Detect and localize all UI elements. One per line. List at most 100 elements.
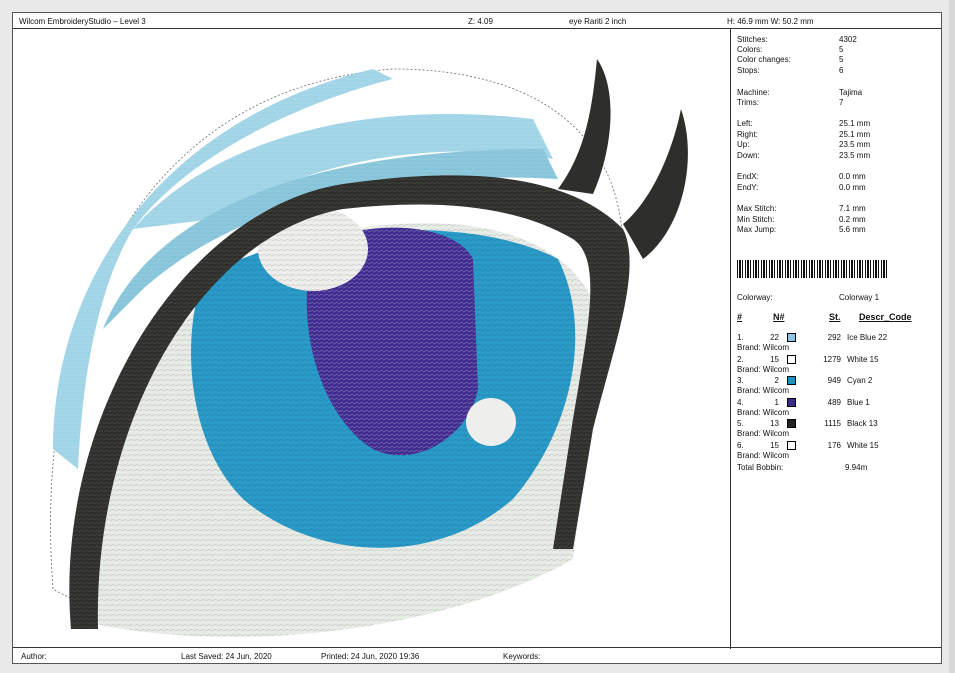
stat-label: Left: — [737, 119, 753, 128]
stitch-info-panel: Stitches: 4302 Colors: 5 Color changes: 5 Stop… — [731, 29, 941, 649]
color-row: 6. 15 176 White 15 Brand: Wilcom — [737, 440, 937, 463]
stat-row: Max Stitch: 7.1 mm — [737, 204, 935, 214]
colorway-row: Colorway: Colorway 1 — [737, 293, 935, 303]
color-stitches: 292 — [827, 333, 841, 342]
color-row: 1. 22 292 Ice Blue 22 Brand: Wilcom — [737, 333, 937, 355]
stat-value: 5.6 mm — [839, 225, 866, 234]
stat-row: Stitches: 4302 — [737, 35, 935, 45]
color-swatch — [787, 440, 796, 450]
stat-row: Color changes: 5 — [737, 55, 935, 65]
stat-value: 25.1 mm — [839, 130, 871, 139]
stat-label: Stitches: — [737, 35, 768, 44]
stat-label: Colors: — [737, 45, 763, 54]
stat-row: Max Jump: 5.6 mm — [737, 225, 935, 235]
stat-row: Trims: 7 — [737, 98, 935, 108]
color-number: 13 — [770, 419, 779, 428]
design-name: eye Rariti 2 inch — [569, 17, 627, 26]
col-header-descr: Descr_Code — [859, 312, 912, 322]
color-number: 22 — [770, 333, 779, 342]
stat-label: Max Stitch: — [737, 204, 777, 213]
stat-row: Machine: Tajima — [737, 88, 935, 98]
col-header-number: N# — [773, 312, 785, 322]
header-row: Wilcom EmbroideryStudio – Level 3 Z: 4.0… — [13, 13, 941, 29]
app-title: Wilcom EmbroideryStudio – Level 3 — [19, 17, 146, 26]
total-bobbin-value: 9.94m — [845, 463, 868, 472]
author-label: Author: — [21, 652, 47, 661]
barcode — [737, 260, 889, 278]
stat-row: Up: 23.5 mm — [737, 140, 935, 150]
color-descr: White 15 — [847, 354, 879, 364]
color-stitches: 949 — [827, 376, 841, 385]
stat-label: Machine: — [737, 88, 770, 97]
color-brand: Brand: Wilcom — [737, 343, 790, 352]
stat-label: Right: — [737, 130, 758, 139]
stat-value: 7 — [839, 98, 844, 107]
color-brand: Brand: Wilcom — [737, 386, 790, 395]
stat-value: Tajima — [839, 88, 863, 97]
stat-value: 0.0 mm — [839, 183, 866, 192]
color-row: 5. 13 1115 Black 13 Brand: Wilcom — [737, 419, 937, 441]
color-brand: Brand: Wilcom — [737, 429, 790, 438]
eye-embroidery-image — [13, 29, 730, 649]
stat-value: 5 — [839, 55, 844, 64]
stat-value: 5 — [839, 45, 844, 54]
color-index: 2. — [737, 354, 744, 364]
design-size: H: 46.9 mm W: 50.2 mm — [727, 17, 814, 26]
stat-label: Trims: — [737, 98, 759, 107]
stat-label: EndX: — [737, 172, 759, 181]
stat-value: 0.2 mm — [839, 215, 866, 224]
window-scroll-edge — [949, 0, 955, 673]
stat-row: Down: 23.5 mm — [737, 151, 935, 161]
color-swatch — [787, 354, 796, 364]
stat-row: Left: 25.1 mm — [737, 119, 935, 129]
stat-label: EndY: — [737, 183, 759, 192]
stat-label: Min Stitch: — [737, 215, 775, 224]
last-saved: Last Saved: 24 Jun, 2020 — [181, 652, 272, 661]
total-bobbin-row: Total Bobbin: 9.94m — [737, 463, 935, 473]
stat-value: 4302 — [839, 35, 857, 44]
color-descr: Cyan 2 — [847, 376, 873, 385]
color-brand: Brand: Wilcom — [737, 450, 790, 460]
color-number: 1 — [774, 397, 779, 407]
stat-value: 0.0 mm — [839, 172, 866, 181]
stat-label: Color changes: — [737, 55, 791, 64]
stat-row: Min Stitch: 0.2 mm — [737, 215, 935, 225]
color-stitches: 489 — [827, 397, 841, 407]
color-brand: Brand: Wilcom — [737, 407, 790, 417]
stat-label: Up: — [737, 140, 750, 149]
embroidery-design-preview — [13, 29, 731, 649]
color-number: 15 — [770, 440, 779, 450]
footer-row: Author: Last Saved: 24 Jun, 2020 Printed… — [13, 647, 941, 663]
stat-row: Colors: 5 — [737, 45, 935, 55]
color-row: 2. 15 1279 White 15 Brand: Wilcom — [737, 354, 937, 377]
color-row: 3. 2 949 Cyan 2 Brand: Wilcom — [737, 376, 937, 398]
stat-label: Stops: — [737, 66, 760, 75]
color-stitches: 1279 — [823, 354, 841, 364]
zoom-level: Z: 4.09 — [468, 17, 493, 26]
color-descr: Black 13 — [847, 419, 878, 428]
color-brand: Brand: Wilcom — [737, 364, 790, 374]
color-number: 2 — [774, 376, 779, 385]
color-number: 15 — [770, 354, 779, 364]
color-swatch — [787, 419, 796, 428]
stat-row: Stops: 6 — [737, 66, 935, 76]
color-index: 1. — [737, 333, 744, 342]
print-preview-sheet: Wilcom EmbroideryStudio – Level 3 Z: 4.0… — [12, 12, 942, 664]
colorway-label: Colorway: — [737, 293, 773, 302]
colorway-value: Colorway 1 — [839, 293, 880, 302]
col-header-index: # — [737, 312, 743, 322]
stat-label: Down: — [737, 151, 760, 160]
color-swatch — [787, 333, 796, 342]
total-bobbin-label: Total Bobbin: — [737, 463, 784, 472]
stat-row: EndX: 0.0 mm — [737, 172, 935, 182]
keywords-label: Keywords: — [503, 652, 541, 661]
col-header-stitches: St. — [829, 312, 841, 322]
printed-date: Printed: 24 Jun, 2020 19:36 — [321, 652, 420, 661]
color-descr: White 15 — [847, 440, 879, 450]
color-index: 6. — [737, 440, 744, 450]
color-swatch — [787, 376, 796, 385]
color-swatch — [787, 397, 796, 407]
stat-value: 7.1 mm — [839, 204, 866, 213]
color-descr: Ice Blue 22 — [847, 333, 888, 342]
stat-row: EndY: 0.0 mm — [737, 183, 935, 193]
